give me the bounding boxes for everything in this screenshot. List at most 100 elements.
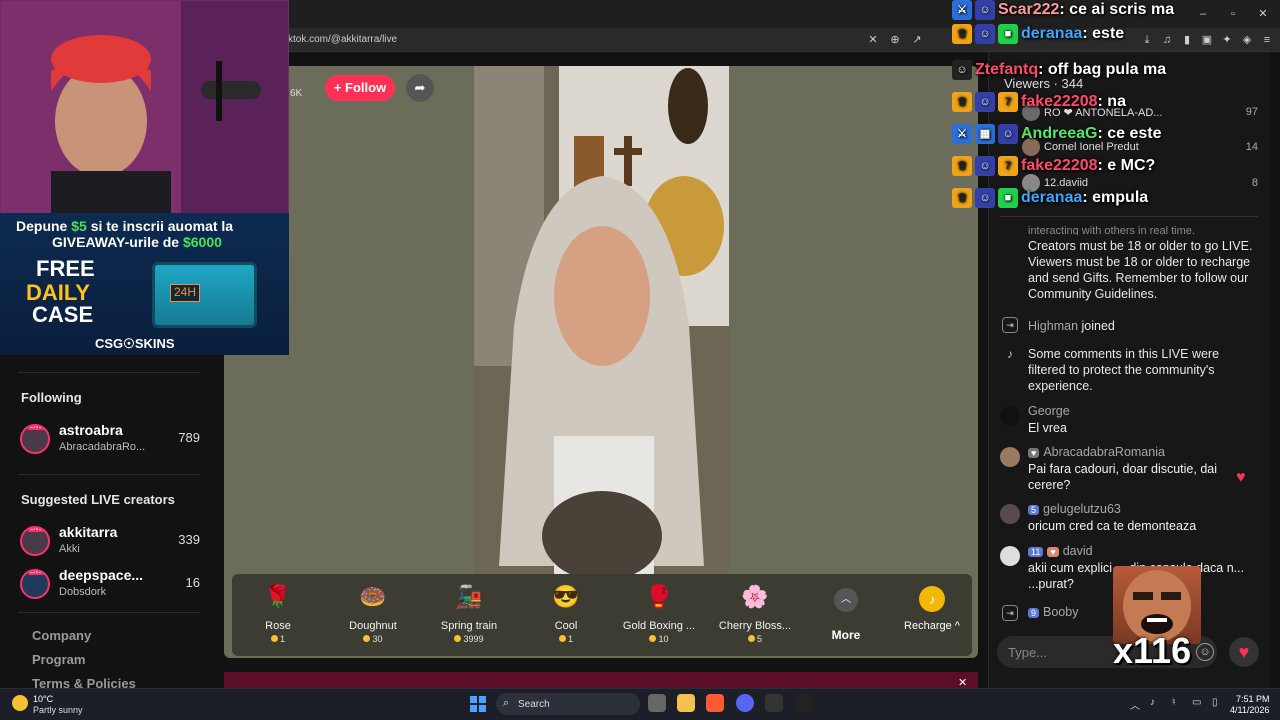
chat-text: Pai fara cadouri, doar discutie, dai cer… (1028, 462, 1217, 492)
join-message: Highman joined (1028, 318, 1256, 334)
chat-text: El vrea (1028, 421, 1067, 435)
menu-icon[interactable]: ≡ (1260, 33, 1274, 47)
file-explorer-icon[interactable] (677, 694, 695, 712)
top-viewer-score: 8 (1251, 177, 1258, 189)
weather-temperature[interactable]: 10°C (33, 694, 53, 704)
url-text[interactable]: ktok.com/@akkitarra/live (288, 34, 397, 45)
maximize-icon[interactable]: ▫ (1226, 7, 1240, 21)
microphone-icon[interactable]: ♮ (1172, 697, 1176, 708)
discord-icon[interactable] (736, 694, 754, 712)
minimize-icon[interactable]: – (1196, 7, 1210, 21)
sword-icon: ⚔ (952, 0, 972, 20)
share-button[interactable]: ➦ (406, 74, 434, 102)
follow-button[interactable]: + Follow (325, 75, 395, 101)
likes-count: 6K (290, 88, 303, 99)
creator-name: astroabra (59, 422, 123, 438)
footer-link-program[interactable]: Program (32, 652, 85, 667)
live-video[interactable] (474, 66, 729, 574)
chat-username[interactable]: George (1028, 404, 1070, 418)
chat-message[interactable]: George El vrea (1000, 404, 1262, 440)
more-gifts-button[interactable]: ︿ More (826, 588, 866, 644)
overlay-chat-line: ☺ Ztefantq: off bag pula ma (952, 60, 1182, 84)
suggested-creator[interactable]: LIVE deepspace... Dobsdork 16 (20, 567, 200, 603)
case-box-icon (152, 262, 257, 328)
fan-badge: ♥ (1047, 547, 1059, 557)
clock-time[interactable]: 7:51 PM (1236, 694, 1270, 704)
task-view-icon[interactable] (648, 694, 666, 712)
overlay-chat-line: ♛ ☺ ■ deranaa: empula (952, 188, 1182, 212)
vpn-icon[interactable]: ◈ (1240, 33, 1254, 47)
chevron-up-icon[interactable]: ︿ (1130, 697, 1140, 712)
avatar (1000, 406, 1020, 426)
joined-username[interactable]: Highman (1028, 319, 1078, 333)
webcam-scene (1, 1, 288, 214)
chevron-up-icon: ︿ (834, 588, 858, 612)
suggested-creator[interactable]: LIVE akkitarra Akki 339 (20, 524, 200, 560)
gift-item[interactable]: 🌸 Cherry Bloss... 5 (710, 580, 800, 652)
leo-icon[interactable]: ✦ (1220, 33, 1234, 47)
divider (18, 612, 200, 613)
windows-start-icon[interactable] (470, 696, 486, 712)
epic-games-icon[interactable] (794, 694, 812, 712)
network-icon[interactable]: ▭ (1192, 697, 1201, 708)
coin-icon: ♪ (919, 586, 945, 612)
join-icon: ⇥ (1002, 605, 1018, 621)
taskbar-search-label: Search (518, 699, 550, 710)
promo-free: FREE (36, 256, 95, 281)
gift-price: 3999 (424, 634, 514, 644)
chat-username[interactable]: gelugelutzu63 (1043, 502, 1121, 516)
search-icon: ⌕ (503, 697, 510, 709)
chat-username[interactable]: AbracadabraRomania (1043, 445, 1165, 459)
chat-message[interactable]: ♥ AbracadabraRomania Pai fara cadouri, do… (1000, 445, 1262, 493)
gift-item[interactable]: 🚂 Spring train 3999 (424, 580, 514, 652)
chat-username-row: ♥ AbracadabraRomania (1028, 445, 1165, 459)
zoom-icon[interactable]: ⊕ (888, 33, 902, 47)
overlay-chat-line: ⚔ ▦ ☺ AndreeaG: ce este (952, 124, 1182, 148)
chat-message[interactable]: 5 gelugelutzu63 oricum cred ca te demonte… (1000, 502, 1262, 538)
reader-icon[interactable]: ✕ (866, 33, 880, 47)
following-creator[interactable]: LIVE astroabra AbracadabraRo... 789 (20, 422, 200, 458)
join-icon: ⇥ (1002, 317, 1018, 333)
top-viewer-score: 97 (1245, 106, 1258, 118)
sidebar-toggle-icon[interactable]: ▮ (1180, 33, 1194, 47)
clock-date[interactable]: 4/11/2026 (1230, 705, 1269, 715)
speaker-icon[interactable]: ♪ (1150, 697, 1155, 708)
battery-icon[interactable]: ▯ (1212, 697, 1218, 708)
gift-item[interactable]: 🌹 Rose 1 (233, 580, 323, 652)
live-badge: LIVE (28, 526, 46, 532)
streamer-video-frame (474, 66, 729, 574)
avatar: LIVE (20, 424, 50, 454)
overlay-chat-line: ♛ ☺ ■ deranaa: este (952, 24, 1182, 48)
overlay-chat-line: ⚔ ☺ Scar222: ce ai scris ma (952, 0, 1182, 24)
viewer-count: 16 (185, 575, 200, 590)
gift-item[interactable]: 🥊 Gold Boxing ... 10 (614, 580, 704, 652)
gift-item[interactable]: 🍩 Doughnut 30 (328, 580, 418, 652)
weather-icon[interactable] (12, 695, 28, 711)
close-window-icon[interactable]: ✕ (1256, 7, 1270, 21)
system-message: Creators must be 18 or older to go LIVE.… (1028, 239, 1253, 301)
divider (18, 474, 200, 475)
grid-icon: ▦ (975, 124, 995, 144)
share-page-icon[interactable]: ↗ (910, 33, 924, 47)
gift-item[interactable]: 😎 Cool 1 (521, 580, 611, 652)
emote-multiplier: x116 (1113, 630, 1192, 671)
chat-username[interactable]: Booby (1043, 605, 1078, 619)
windows-taskbar (0, 688, 1280, 720)
robot-icon: ☺ (952, 60, 972, 80)
footer-link-company[interactable]: Company (32, 628, 91, 643)
brave-browser-icon[interactable] (706, 694, 724, 712)
crown-icon: ♛ (952, 24, 972, 44)
promo-case: CASE (32, 302, 94, 327)
ghub-icon[interactable] (765, 694, 783, 712)
like-heart-button[interactable]: ♥ (1229, 637, 1259, 667)
emoji-icon[interactable]: ☺ (1196, 643, 1214, 661)
robot-icon: ☺ (975, 92, 995, 112)
wallet-icon[interactable]: ▣ (1200, 33, 1214, 47)
gift-name: Gold Boxing ... (622, 620, 696, 632)
creator-name: deepspace... (59, 567, 144, 583)
recharge-label: Recharge ^ (904, 620, 960, 632)
weather-description[interactable]: Partly sunny (33, 705, 83, 715)
chat-username[interactable]: david (1063, 544, 1093, 558)
recharge-button[interactable]: ♪ Recharge ^ (893, 574, 971, 656)
creator-subname: Akki (59, 543, 80, 555)
